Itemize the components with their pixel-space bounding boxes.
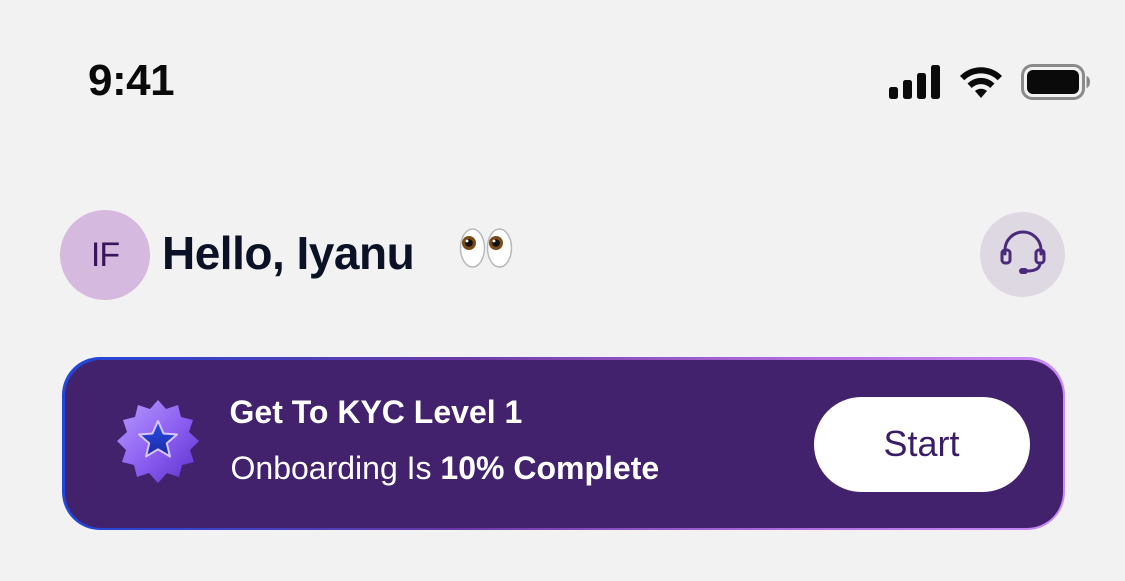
status-time: 9:41	[88, 56, 175, 105]
headset-icon	[997, 226, 1049, 283]
cellular-signal-icon	[889, 65, 941, 99]
star-badge-icon	[111, 396, 205, 495]
greeting-text: Hello, Iyanu	[162, 227, 415, 279]
avatar-initials: IF	[90, 235, 120, 274]
start-button[interactable]: Start	[813, 396, 1030, 492]
status-icons	[889, 64, 1091, 100]
eyes-icon	[458, 226, 514, 275]
avatar[interactable]: IF	[60, 210, 150, 300]
home-header: IF Hello, Iyanu	[60, 210, 1065, 300]
kyc-subtitle: Onboarding Is 10% Complete	[231, 450, 660, 487]
kyc-banner-inner: Get To KYC Level 1 Onboarding Is 10% Com…	[64, 359, 1063, 528]
kyc-banner[interactable]: Get To KYC Level 1 Onboarding Is 10% Com…	[62, 357, 1065, 530]
kyc-subtitle-prefix: Onboarding Is	[230, 449, 441, 486]
kyc-title: Get To KYC Level 1	[229, 393, 523, 430]
battery-icon	[1021, 64, 1091, 100]
kyc-progress-text: 10% Complete	[440, 449, 660, 486]
status-bar: 9:41	[0, 0, 1125, 160]
wifi-icon	[957, 65, 1005, 99]
support-button[interactable]	[980, 212, 1065, 297]
